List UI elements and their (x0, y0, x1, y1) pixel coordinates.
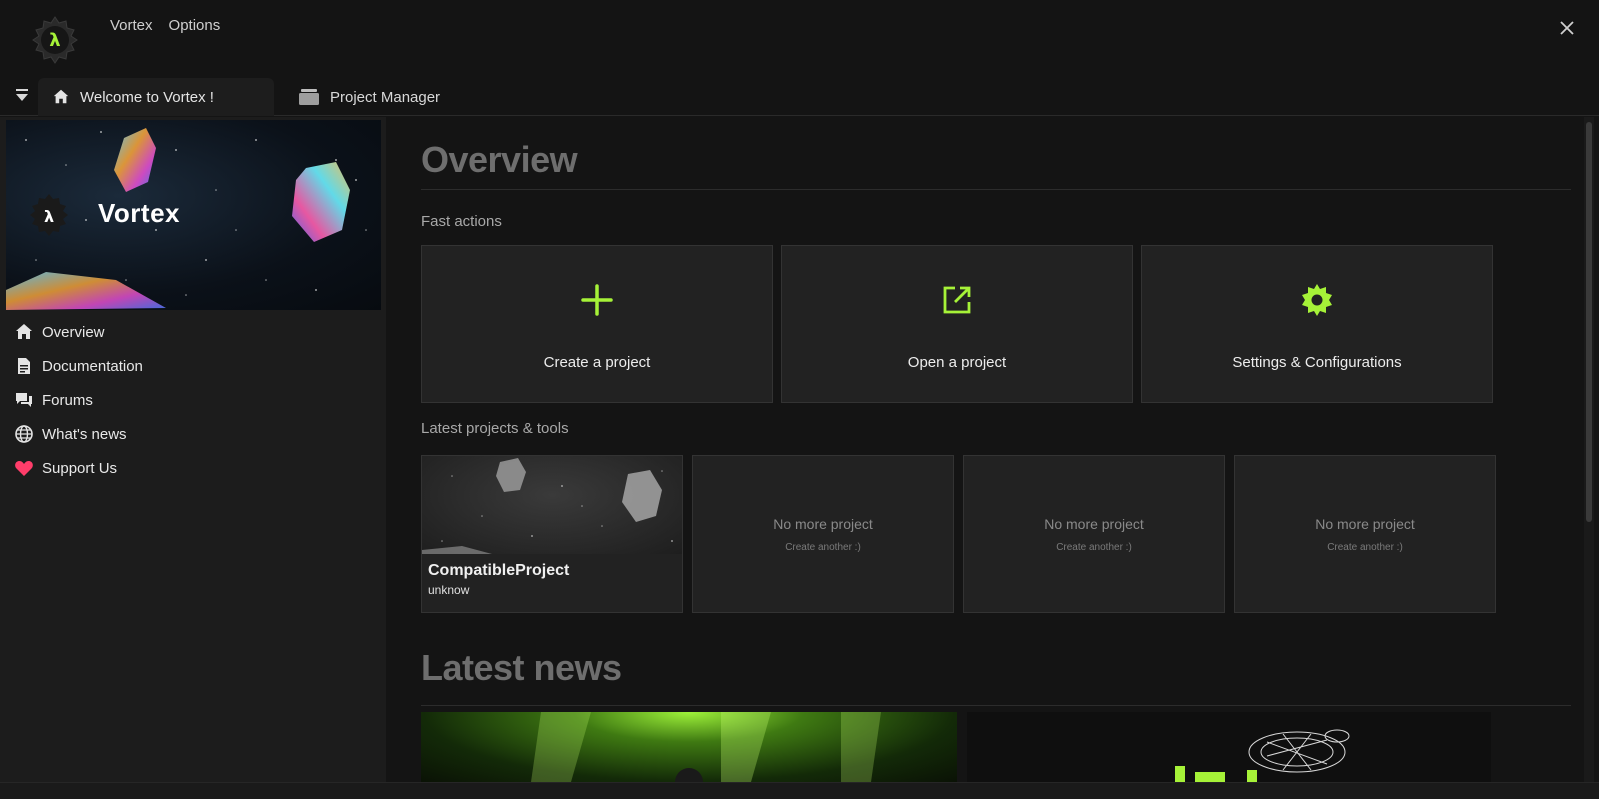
svg-text:λ: λ (44, 207, 54, 226)
status-bar (0, 782, 1599, 799)
banner-artwork: λ (6, 128, 367, 310)
news-divider (421, 705, 1571, 706)
project-thumbnail-art (422, 458, 673, 554)
news-card[interactable] (421, 712, 957, 782)
gear-icon (1302, 284, 1332, 316)
latest-news-heading: Latest news (421, 647, 622, 688)
news-card[interactable] (967, 712, 1491, 782)
project-name: CompatibleProject (428, 562, 570, 579)
fast-actions-heading: Fast actions (421, 213, 502, 230)
close-icon (1560, 21, 1574, 35)
sidebar-item-overview[interactable]: Overview (12, 315, 372, 349)
sidebar-nav: Overview Documentation Forums What's new… (12, 315, 372, 485)
forum-icon (16, 393, 32, 407)
sidebar-item-forums[interactable]: Forums (12, 383, 372, 417)
plus-icon (581, 284, 613, 316)
project-card[interactable]: CompatibleProject unknow (421, 455, 683, 613)
sidebar-item-label: Documentation (42, 357, 143, 375)
project-version: unknow (428, 583, 470, 597)
close-button[interactable] (1555, 16, 1579, 40)
vortex-logo-icon[interactable]: λ (28, 13, 82, 67)
create-project-button[interactable]: Create a project (421, 245, 773, 403)
home-icon (53, 89, 69, 104)
settings-label: Settings & Configurations (1232, 354, 1402, 371)
title-divider (421, 189, 1571, 190)
create-project-label: Create a project (543, 354, 651, 371)
document-icon (18, 358, 30, 374)
banner-title: Vortex (98, 198, 180, 228)
sidebar: λ Vortex Overview Documentation Forums W… (0, 117, 386, 782)
home-icon (16, 324, 32, 339)
sidebar-item-label: Forums (42, 391, 93, 409)
open-project-label: Open a project (907, 354, 1007, 371)
sidebar-item-whats-news[interactable]: What's news (12, 417, 372, 451)
heart-icon (15, 461, 33, 476)
sidebar-banner: λ Vortex (6, 120, 381, 310)
sidebar-item-documentation[interactable]: Documentation (12, 349, 372, 383)
project-thumbnail (422, 456, 682, 554)
globe-icon (15, 425, 33, 443)
logo-glyph: λ (49, 30, 60, 51)
empty-project-slot: No more project Create another :) (1234, 455, 1496, 613)
page-title: Overview (421, 139, 578, 180)
folder-icon (299, 89, 319, 105)
empty-slot-subtitle: Create another :) (785, 542, 861, 553)
news-card-art (531, 712, 881, 782)
main-scrollbar-thumb[interactable] (1586, 122, 1592, 522)
tabs-dropdown-icon[interactable] (14, 86, 30, 104)
tab-project-manager[interactable]: Project Manager (284, 78, 484, 116)
menu-bar: Vortex Options (110, 17, 220, 34)
empty-slot-subtitle: Create another :) (1056, 542, 1132, 553)
empty-slot-subtitle: Create another :) (1327, 542, 1403, 553)
empty-project-slot: No more project Create another :) (692, 455, 954, 613)
tab-welcome[interactable]: Welcome to Vortex ! (38, 78, 274, 116)
latest-projects-heading: Latest projects & tools (421, 420, 569, 437)
sidebar-item-label: What's news (42, 425, 127, 443)
menu-options[interactable]: Options (169, 17, 221, 34)
tab-bar: Welcome to Vortex ! Project Manager (0, 76, 1599, 116)
main-content: Overview Fast actions Create a project O… (387, 117, 1577, 782)
menu-vortex[interactable]: Vortex (110, 17, 153, 34)
empty-slot-title: No more project (1315, 516, 1415, 532)
settings-button[interactable]: Settings & Configurations (1141, 245, 1493, 403)
news-card-art (1175, 729, 1350, 782)
external-link-icon (943, 286, 971, 314)
tab-project-manager-label: Project Manager (330, 88, 441, 106)
empty-slot-title: No more project (1044, 516, 1144, 532)
sidebar-item-label: Overview (42, 323, 105, 341)
sidebar-item-support-us[interactable]: Support Us (12, 451, 372, 485)
sidebar-item-label: Support Us (42, 459, 118, 477)
title-bar: λ Vortex Options (0, 0, 1599, 64)
empty-slot-title: No more project (773, 516, 873, 532)
empty-project-slot: No more project Create another :) (963, 455, 1225, 613)
open-project-button[interactable]: Open a project (781, 245, 1133, 403)
tab-welcome-label: Welcome to Vortex ! (80, 88, 214, 106)
